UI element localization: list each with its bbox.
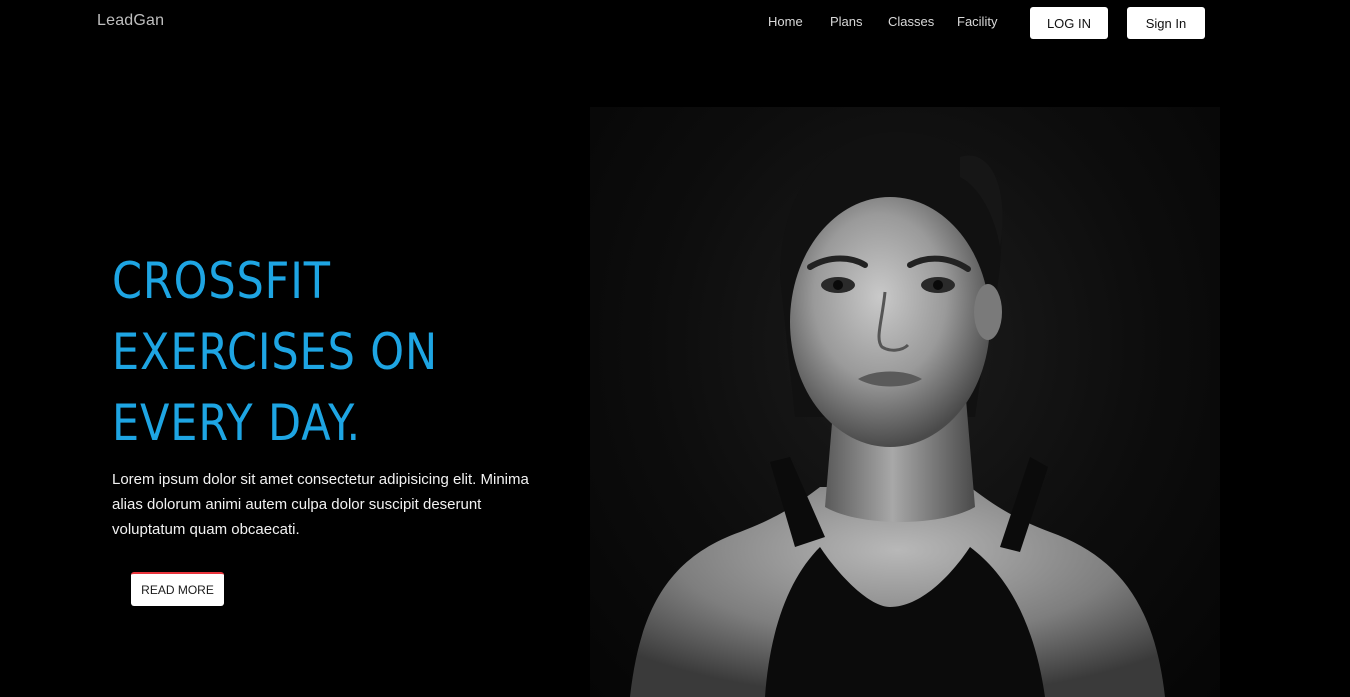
brand-logo[interactable]: LeadGan: [97, 12, 164, 30]
hero-title-line-1: CROSSFIT: [112, 252, 331, 310]
hero-photo: [590, 107, 1220, 697]
woman-portrait-photo: [630, 131, 1165, 697]
landing-page: LeadGan Home Plans Classes Facility LOG …: [0, 0, 1350, 697]
hero-description: Lorem ipsum dolor sit amet consectetur a…: [112, 471, 529, 538]
nav-link-classes[interactable]: Classes: [888, 14, 934, 29]
navbar: LeadGan Home Plans Classes Facility LOG …: [0, 0, 1350, 46]
nav-link-home[interactable]: Home: [768, 14, 803, 29]
hero-title: CROSSFIT EXERCISES ON EVERY DAY.: [112, 246, 516, 459]
nav-link-facility[interactable]: Facility: [957, 14, 997, 29]
hero-title-line-3: EVERY DAY.: [112, 394, 362, 452]
login-button[interactable]: LOG IN: [1030, 7, 1108, 39]
read-more-button[interactable]: READ MORE: [131, 572, 224, 606]
hero-title-line-2: EXERCISES ON: [112, 323, 439, 381]
signin-button[interactable]: Sign In: [1127, 7, 1205, 39]
nav-link-plans[interactable]: Plans: [830, 14, 863, 29]
